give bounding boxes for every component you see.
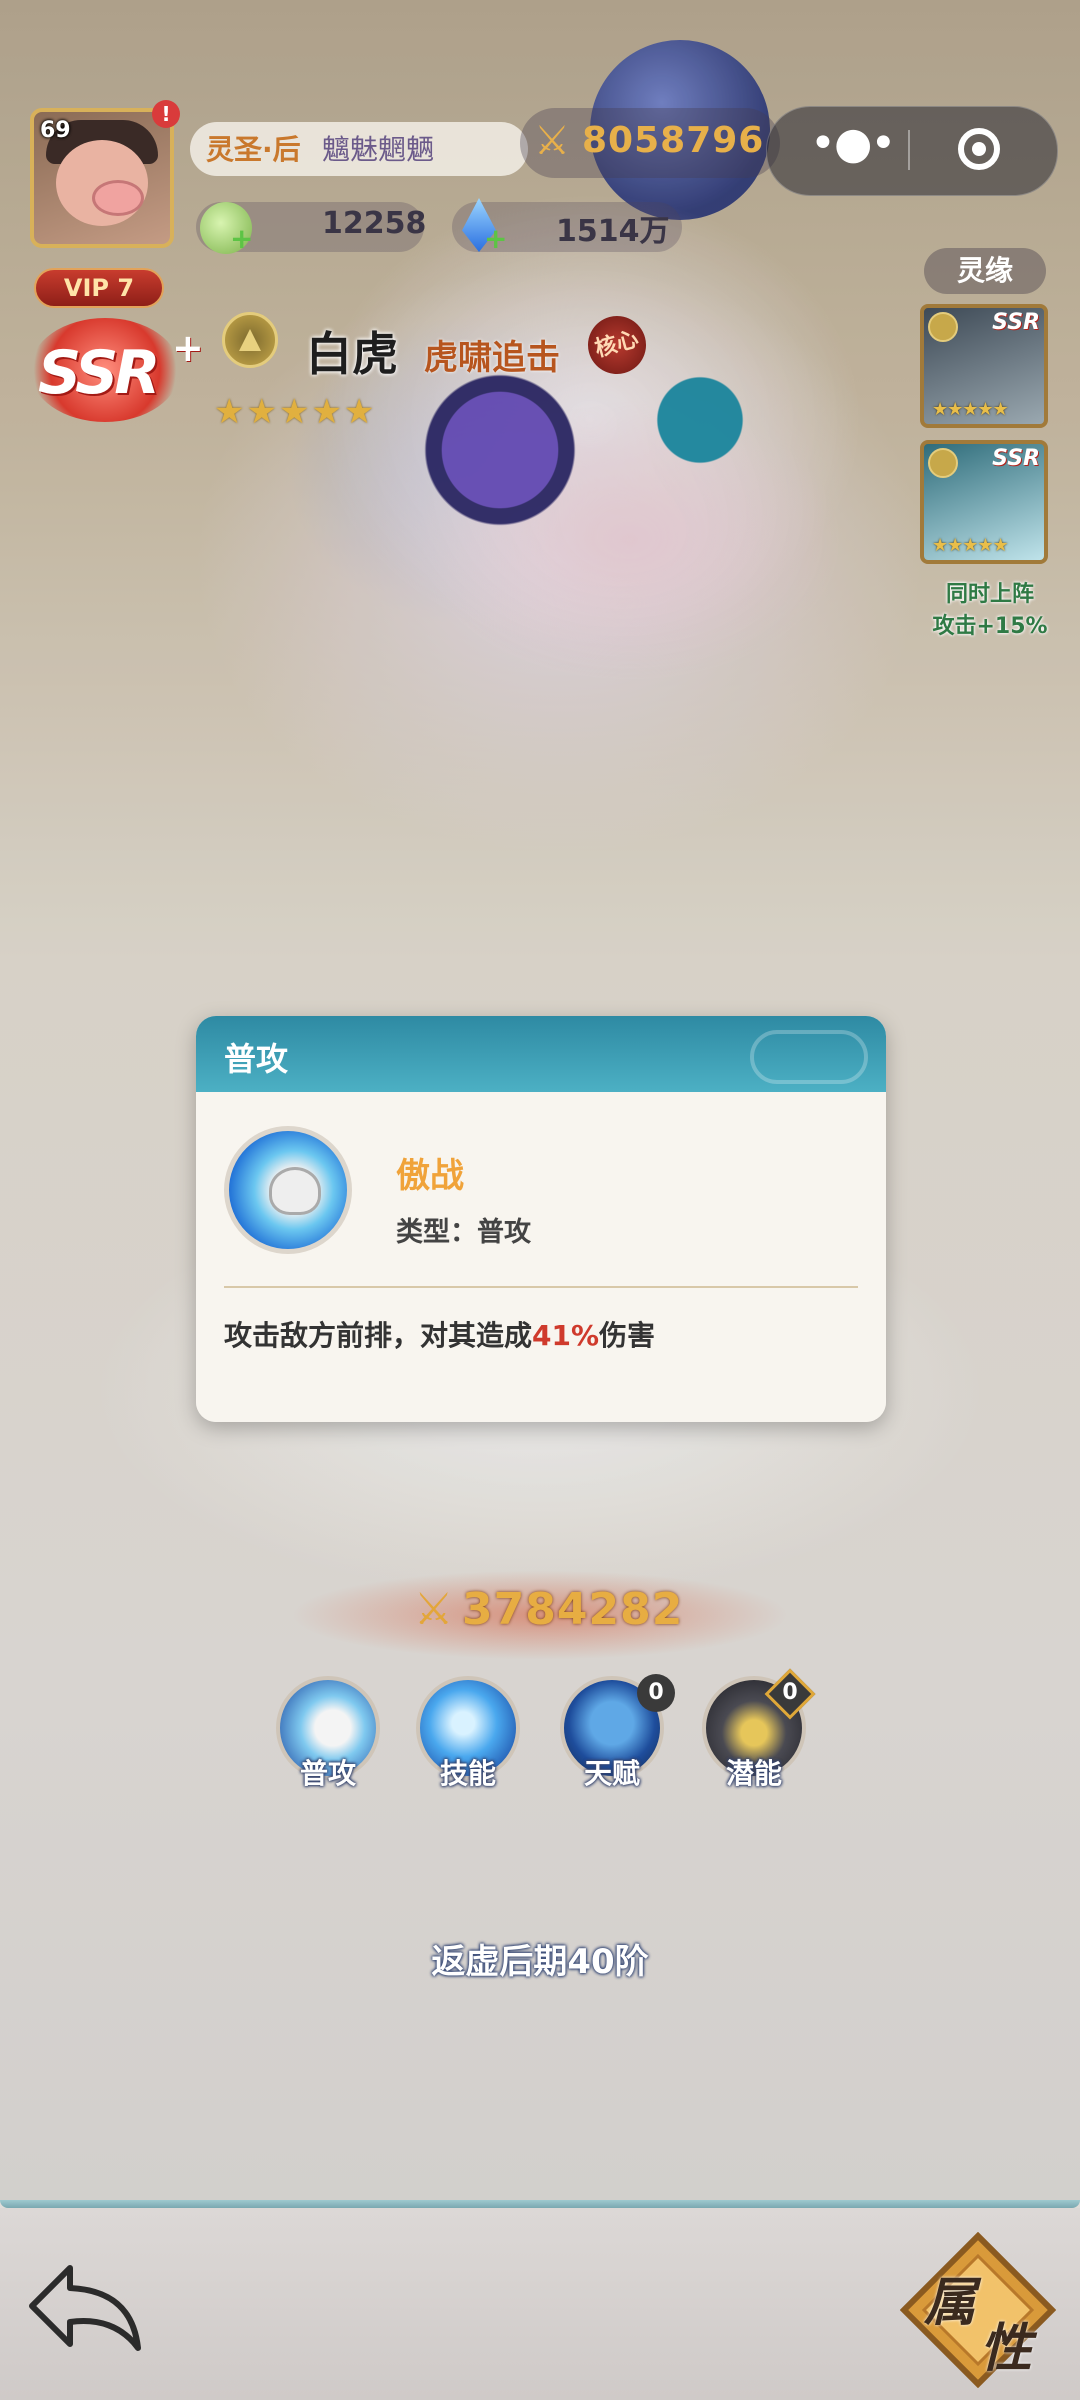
talent-count-badge: 0 xyxy=(637,1674,675,1712)
avatar-snout xyxy=(92,180,144,216)
vip-badge[interactable]: VIP 7 xyxy=(34,268,164,308)
linkage-bonus-line1: 同时上阵 xyxy=(945,582,1034,607)
skill-desc-highlight: 41% xyxy=(532,1319,600,1352)
player-name: 魑魅魍魉 xyxy=(322,133,435,166)
class-icon xyxy=(928,312,958,342)
class-icon xyxy=(928,448,958,478)
class-icon xyxy=(222,312,278,368)
resource2-value: 1514万 xyxy=(556,214,670,249)
add-resource1-button[interactable]: + xyxy=(230,222,253,255)
hero-combat-power: 3784282 xyxy=(462,1584,684,1635)
skill-label-potential: 潜能 xyxy=(725,1757,782,1790)
linkage-bonus-line2: 攻击+15% xyxy=(932,614,1048,639)
linked-hero-stars: ★★★★★ xyxy=(932,399,1009,420)
skill-name: 傲战 xyxy=(396,1156,464,1196)
linked-hero-rarity: SSR xyxy=(992,310,1040,335)
player-title-rank: 灵圣·后 xyxy=(206,133,301,166)
skill-label-skill: 技能 xyxy=(439,1757,496,1790)
skill-label-talent: 天赋 xyxy=(583,1757,640,1790)
hero-title: 虎啸追击 xyxy=(424,338,560,378)
rarity-label: SSR xyxy=(38,338,160,408)
potential-count-value: 0 xyxy=(782,1680,798,1705)
panel-bottom-edge xyxy=(0,2200,1080,2208)
attributes-label-2: 性 xyxy=(980,2319,1033,2379)
resource1-value: 12258 xyxy=(322,206,427,241)
capsule-divider xyxy=(908,130,910,170)
cultivation-rank: 返虚后期40阶 xyxy=(431,1942,649,1982)
skill-desc-text: 攻击敌方前排，对其造成 xyxy=(224,1319,533,1352)
hero-name: 白虎 xyxy=(306,327,398,381)
linked-hero-2[interactable]: SSR ★★★★★ xyxy=(920,440,1048,564)
attributes-label-1: 属 xyxy=(924,2273,977,2333)
paw-icon xyxy=(224,1126,352,1254)
more-options-icon[interactable]: •●• xyxy=(810,118,896,169)
total-power-value: 8058796 xyxy=(582,120,765,161)
linked-hero-1[interactable]: SSR ★★★★★ xyxy=(920,304,1048,428)
linked-hero-rarity: SSR xyxy=(992,446,1040,471)
skill-type: 类型：普攻 xyxy=(396,1217,531,1248)
close-target-icon[interactable] xyxy=(958,128,1000,170)
add-resource2-button[interactable]: + xyxy=(484,222,507,255)
linkage-button[interactable]: 灵缘 xyxy=(924,248,1046,294)
popup-body: 傲战 类型：普攻 攻击敌方前排，对其造成41%伤害 xyxy=(196,1092,886,1422)
skill-label-basic-attack: 普攻 xyxy=(299,1757,356,1790)
paw-shape xyxy=(269,1167,321,1215)
skill-description: 攻击敌方前排，对其造成41%伤害 xyxy=(224,1314,655,1354)
linked-hero-stars: ★★★★★ xyxy=(932,535,1009,556)
player-level: 69 xyxy=(40,118,71,143)
alert-badge: ! xyxy=(152,100,180,128)
popup-header: 普攻 xyxy=(196,1016,886,1092)
crossed-swords-icon: ⚔ xyxy=(414,1584,454,1635)
back-arrow-icon[interactable] xyxy=(26,2256,146,2356)
skill-desc-suffix: 伤害 xyxy=(599,1319,656,1352)
popup-divider xyxy=(224,1286,858,1288)
hero-stars: ★★★★★ xyxy=(214,392,377,432)
rarity-plus: + xyxy=(172,326,204,370)
popup-title: 普攻 xyxy=(224,1040,289,1078)
skill-info-popup: 普攻 傲战 类型：普攻 攻击敌方前排，对其造成41%伤害 xyxy=(196,1016,886,1422)
crossed-swords-icon: ⚔ xyxy=(534,118,570,164)
